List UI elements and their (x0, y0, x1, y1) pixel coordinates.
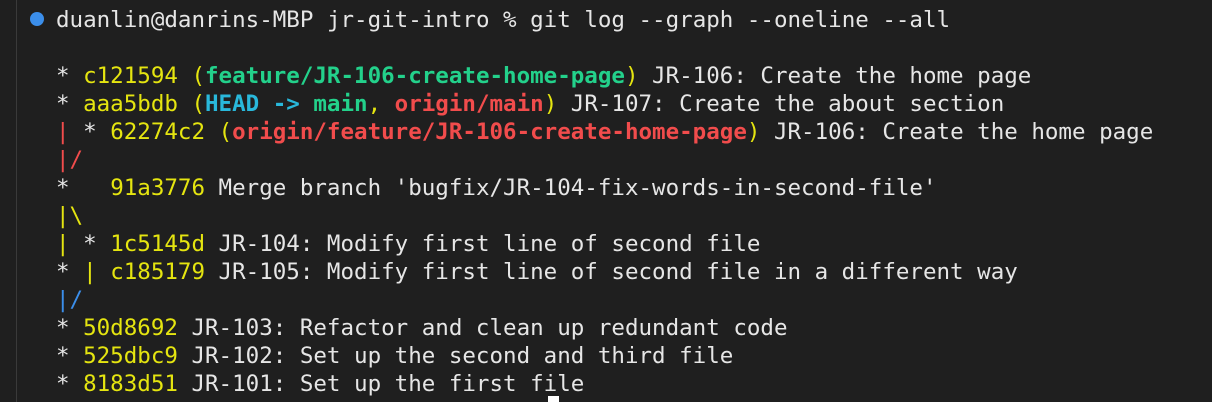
log-line: | * 62274c2 (origin/feature/JR-106-creat… (56, 119, 1154, 145)
commit-message: JR-103: Refactor and clean up redundant … (177, 315, 788, 341)
prompt-command: git log --graph --oneline --all (530, 7, 951, 33)
log-line: * | c185179 JR-105: Modify first line of… (56, 259, 1018, 285)
commit-message: JR-105: Modify first line of second file… (205, 259, 1018, 285)
remote-ref: origin/main (394, 91, 544, 117)
terminal-output[interactable]: duanlin@danrins-MBP jr-git-intro % git l… (0, 0, 1212, 402)
graph-line: |/ (56, 147, 84, 173)
log-line: * 525dbc9 JR-102: Set up the second and … (56, 343, 734, 369)
log-line: * c121594 (feature/JR-106-create-home-pa… (56, 63, 1032, 89)
commit-hash: c121594 (83, 63, 178, 89)
commit-message: JR-102: Set up the second and third file (177, 343, 734, 369)
command-status-dot-icon[interactable] (30, 12, 44, 26)
gutter-divider (16, 0, 17, 402)
prompt-user-host: duanlin@danrins-MBP (56, 7, 314, 33)
commit-hash: 525dbc9 (83, 343, 178, 369)
commit-hash: 62274c2 (110, 119, 206, 145)
prompt-directory: jr-git-intro (326, 7, 490, 33)
branch-ref: feature/JR-106-create-home-page (205, 63, 625, 89)
log-line: * 50d8692 JR-103: Refactor and clean up … (56, 315, 788, 341)
commit-message: JR-106: Create the home page (638, 63, 1032, 89)
graph-line: |/ (56, 287, 84, 313)
commit-hash: 91a3776 (110, 175, 206, 201)
branch-ref: main (313, 91, 368, 117)
commit-message: JR-101: Set up the first file (177, 371, 585, 397)
prompt-symbol: % (503, 7, 517, 33)
log-line: | * 1c5145d JR-104: Modify first line of… (56, 231, 761, 257)
commit-hash: aaa5bdb (83, 91, 178, 117)
commit-hash: 1c5145d (110, 231, 206, 257)
remote-ref: origin/feature/JR-106-create-home-page (232, 119, 747, 145)
commit-hash: c185179 (110, 259, 206, 285)
commit-hash: 8183d51 (83, 371, 178, 397)
command-line: duanlin@danrins-MBP jr-git-intro % git l… (56, 6, 950, 34)
text-cursor (548, 396, 559, 402)
log-line: * 8183d51 JR-101: Set up the first file (56, 371, 585, 397)
commit-hash: 50d8692 (83, 315, 178, 341)
commit-message: Merge branch 'bugfix/JR-104-fix-words-in… (205, 175, 937, 201)
log-line: * 91a3776 Merge branch 'bugfix/JR-104-fi… (56, 175, 937, 201)
commit-message: JR-104: Modify first line of second file (205, 231, 761, 257)
head-ref: HEAD -> (205, 91, 314, 117)
commit-message: JR-106: Create the home page (760, 119, 1154, 145)
log-line: * aaa5bdb (HEAD -> main, origin/main) JR… (56, 91, 1005, 117)
commit-message: JR-107: Create the about section (557, 91, 1005, 117)
graph-line: |\ (56, 203, 84, 229)
